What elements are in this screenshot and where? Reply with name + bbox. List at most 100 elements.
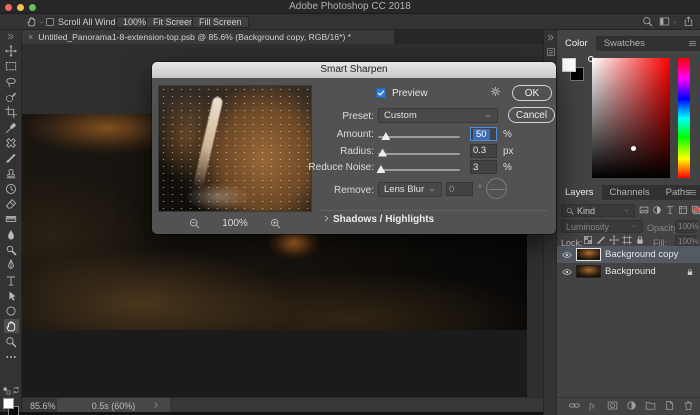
blur-tool[interactable] bbox=[4, 228, 19, 242]
radius-field[interactable]: 0.3 bbox=[470, 144, 497, 158]
trash-icon[interactable] bbox=[683, 400, 694, 411]
amount-slider[interactable] bbox=[378, 132, 460, 142]
preview-zoom-level[interactable]: 100% bbox=[222, 218, 248, 229]
dodge-tool[interactable] bbox=[4, 243, 19, 257]
color-picker-marker[interactable] bbox=[588, 56, 594, 62]
image-icon[interactable] bbox=[639, 205, 649, 215]
layer-name[interactable]: Background bbox=[605, 266, 682, 277]
collapsed-panel-icon[interactable] bbox=[546, 47, 556, 57]
share-icon[interactable] bbox=[683, 16, 694, 27]
zoom-level[interactable]: 85.6% bbox=[30, 401, 56, 411]
reduce-noise-field[interactable]: 3 bbox=[470, 160, 497, 174]
collapse-toolbar-icon[interactable] bbox=[6, 32, 15, 41]
document-image-dark-area[interactable] bbox=[22, 330, 527, 397]
chevron-down-icon[interactable] bbox=[671, 19, 678, 26]
search-icon[interactable] bbox=[642, 16, 653, 27]
move-icon[interactable] bbox=[609, 235, 619, 245]
quick-select-tool[interactable] bbox=[4, 90, 19, 104]
folder-icon[interactable] bbox=[645, 400, 656, 411]
zoom-tool[interactable] bbox=[4, 335, 19, 349]
type-icon[interactable] bbox=[665, 205, 675, 215]
ok-button[interactable]: OK bbox=[512, 85, 552, 101]
blend-mode-dropdown[interactable]: Luminosity bbox=[561, 220, 643, 233]
tab-layers[interactable]: Layers bbox=[557, 185, 602, 200]
chevron-down-icon[interactable] bbox=[38, 19, 45, 26]
adjustment-icon[interactable] bbox=[626, 400, 637, 411]
tab-color[interactable]: Color bbox=[557, 36, 596, 51]
fill-screen-button[interactable]: Fill Screen bbox=[192, 16, 249, 28]
tab-swatches[interactable]: Swatches bbox=[596, 36, 653, 51]
move-tool[interactable] bbox=[4, 44, 19, 58]
link-icon[interactable] bbox=[569, 400, 580, 411]
reduce-noise-slider[interactable] bbox=[378, 165, 460, 175]
checker-icon[interactable] bbox=[583, 235, 593, 245]
edit-toolbar-tool[interactable] bbox=[4, 350, 19, 364]
history-brush-tool[interactable] bbox=[4, 182, 19, 196]
frame-icon[interactable] bbox=[678, 205, 688, 215]
eyedropper-tool[interactable] bbox=[4, 121, 19, 135]
brush-tool[interactable] bbox=[4, 151, 19, 165]
healing-brush-tool[interactable] bbox=[4, 136, 19, 150]
preset-dropdown[interactable]: Custom bbox=[378, 108, 498, 123]
visibility-eye-icon[interactable] bbox=[562, 267, 572, 277]
close-tab-icon[interactable]: × bbox=[28, 32, 33, 42]
chevron-right-icon[interactable] bbox=[322, 214, 331, 223]
mask-icon[interactable] bbox=[607, 400, 618, 411]
layer-name[interactable]: Background copy bbox=[605, 249, 700, 260]
swap-colors-icon[interactable] bbox=[12, 386, 20, 394]
chevron-right-icon[interactable] bbox=[152, 401, 160, 409]
amount-field[interactable]: 50 bbox=[470, 127, 497, 141]
default-colors-icon[interactable] bbox=[3, 387, 11, 395]
layer-row-background[interactable]: Background bbox=[557, 263, 700, 280]
fx-icon[interactable]: fx bbox=[588, 400, 599, 411]
workspace-icon[interactable] bbox=[659, 16, 670, 27]
type-tool[interactable] bbox=[4, 274, 19, 288]
hue-slider[interactable] bbox=[678, 58, 690, 178]
artboard-icon[interactable] bbox=[622, 235, 632, 245]
angle-field[interactable]: 0 bbox=[446, 182, 473, 196]
document-tab[interactable]: × Untitled_Panorama1-8-extension-top.psb… bbox=[22, 30, 394, 44]
preview-checkbox[interactable] bbox=[376, 88, 386, 98]
shape-tool[interactable] bbox=[4, 304, 19, 318]
hue-marker[interactable] bbox=[631, 146, 636, 151]
saturation-brightness-picker[interactable] bbox=[592, 58, 670, 178]
hand-tool[interactable] bbox=[4, 319, 19, 333]
crop-tool[interactable] bbox=[4, 105, 19, 119]
layer-filter-kind-dropdown[interactable]: Kind bbox=[561, 204, 635, 217]
layer-row-background-copy[interactable]: Background copy bbox=[557, 246, 700, 263]
pen-tool[interactable] bbox=[4, 258, 19, 272]
marquee-tool[interactable] bbox=[4, 59, 19, 73]
layer-thumbnail[interactable] bbox=[576, 248, 601, 261]
adjustment-icon[interactable] bbox=[652, 205, 662, 215]
expand-panels-icon[interactable] bbox=[546, 33, 555, 42]
radius-slider[interactable] bbox=[378, 149, 460, 159]
new-layer-icon[interactable] bbox=[664, 400, 675, 411]
remove-dropdown[interactable]: Lens Blur bbox=[378, 182, 442, 197]
path-select-tool[interactable] bbox=[4, 289, 19, 303]
filter-toggle-icon[interactable] bbox=[694, 207, 699, 212]
scroll-all-windows-checkbox[interactable] bbox=[46, 18, 54, 26]
eraser-tool[interactable] bbox=[4, 197, 19, 211]
opacity-dropdown[interactable]: 100% bbox=[675, 220, 697, 233]
remove-value: Lens Blur bbox=[384, 184, 428, 195]
lasso-tool[interactable] bbox=[4, 75, 19, 89]
dialog-title[interactable]: Smart Sharpen bbox=[152, 62, 556, 78]
status-timing-field[interactable]: 0.5s (60%) bbox=[57, 398, 170, 413]
visibility-eye-icon[interactable] bbox=[562, 250, 572, 260]
shadows-highlights-label[interactable]: Shadows / Highlights bbox=[333, 214, 434, 225]
gear-icon[interactable] bbox=[490, 86, 501, 97]
panel-menu-icon[interactable] bbox=[688, 39, 697, 48]
lock-icon[interactable] bbox=[635, 235, 645, 245]
layer-thumbnail[interactable] bbox=[576, 265, 601, 278]
zoom-out-icon[interactable] bbox=[189, 218, 200, 229]
tab-channels[interactable]: Channels bbox=[602, 185, 658, 200]
gradient-tool[interactable] bbox=[4, 212, 19, 226]
clone-stamp-tool[interactable] bbox=[4, 166, 19, 180]
foreground-color-swatch[interactable] bbox=[562, 58, 576, 72]
panel-menu-icon[interactable] bbox=[688, 188, 697, 197]
brush-icon[interactable] bbox=[596, 235, 606, 245]
cancel-button[interactable]: Cancel bbox=[508, 107, 555, 123]
zoom-in-icon[interactable] bbox=[270, 218, 281, 229]
angle-dial[interactable] bbox=[486, 178, 507, 199]
foreground-color-swatch[interactable] bbox=[3, 398, 14, 409]
